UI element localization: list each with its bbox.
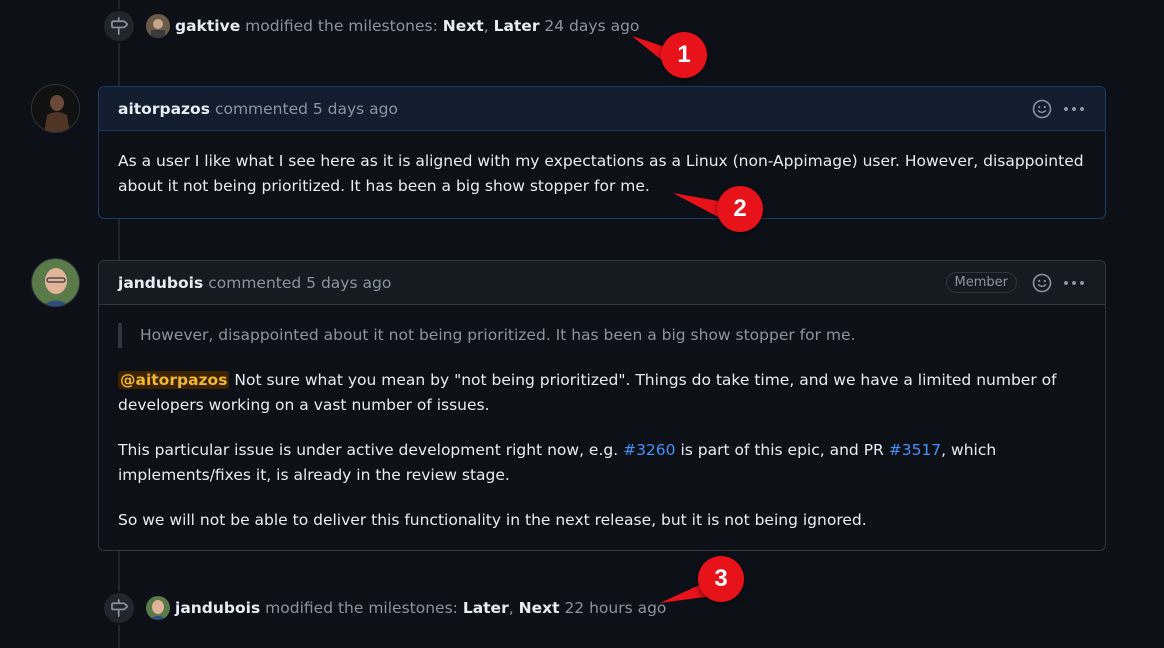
callout-marker: 2 (717, 186, 763, 232)
callout-marker: 1 (661, 32, 707, 78)
callout-marker: 3 (698, 556, 744, 602)
callout-pointers (632, 36, 724, 603)
issue-timeline: gaktive modified the milestones: Next, L… (0, 0, 1164, 648)
